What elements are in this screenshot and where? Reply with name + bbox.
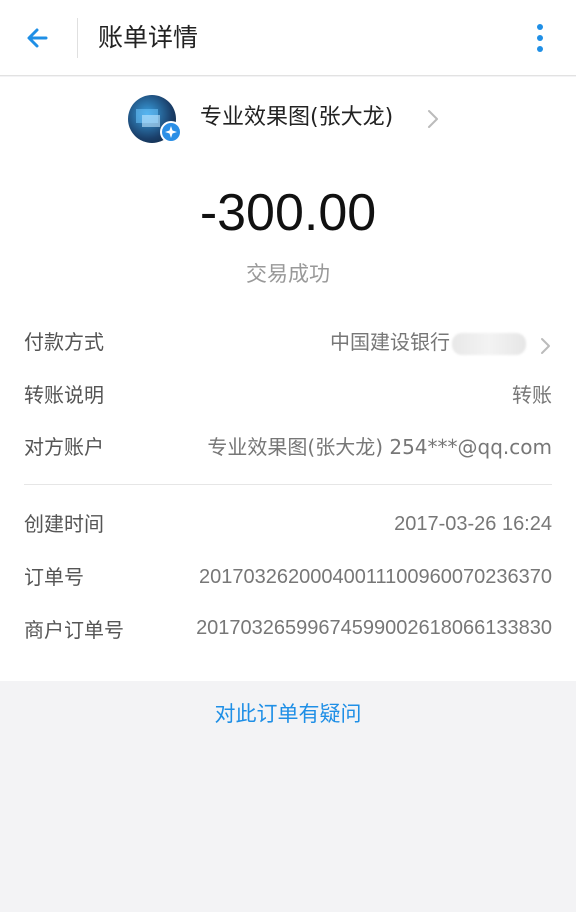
top-bar: 账单详情 [0,0,576,76]
counterparty-label: 对方账户 [24,435,104,459]
merchant-order-number-row: 商户订单号 20170326599674599002618066133830 [24,615,552,675]
transaction-status: 交易成功 [246,262,330,286]
redacted-card-number [452,332,526,355]
payment-method-label: 付款方式 [24,330,104,354]
chevron-right-icon [426,107,440,131]
payment-method-text: 中国建设银行 [330,330,450,354]
payee-name: 专业效果图(张大龙) [200,105,394,130]
bill-detail-card: 专业效果图(张大龙) -300.00 交易成功 付款方式 中国建设银行 转账说明… [0,77,576,681]
order-number-label: 订单号 [24,565,84,589]
more-vertical-icon[interactable] [526,20,554,56]
verified-badge-icon [160,121,182,143]
counterparty-row: 对方账户 专业效果图(张大龙) 254***@qq.com [24,432,552,462]
created-time-label: 创建时间 [24,512,104,536]
payee-row[interactable]: 专业效果图(张大龙) [128,95,458,143]
merchant-order-number-label: 商户订单号 [24,618,124,642]
amount: -300.00 [199,184,377,242]
counterparty-value: 专业效果图(张大龙) 254***@qq.com [207,435,552,459]
created-time-row: 创建时间 2017-03-26 16:24 [24,509,552,539]
avatar [128,95,182,143]
transfer-note-label: 转账说明 [24,383,104,407]
chevron-right-icon [540,334,552,354]
page-title: 账单详情 [98,23,199,52]
payment-method-row[interactable]: 付款方式 中国建设银行 [24,327,552,357]
section-divider [24,484,552,485]
transfer-note-value: 转账 [512,383,552,407]
merchant-order-number-value: 20170326599674599002618066133830 [196,617,552,639]
arrow-left-icon[interactable] [20,20,56,56]
payment-method-value: 中国建设银行 [330,327,552,357]
order-number-value: 20170326200040011100960070236370 [199,566,552,588]
transfer-note-row: 转账说明 转账 [24,380,552,410]
created-time-value: 2017-03-26 16:24 [394,513,552,535]
order-question-link[interactable]: 对此订单有疑问 [0,698,576,730]
order-number-row: 订单号 20170326200040011100960070236370 [24,562,552,592]
header-divider [77,18,78,58]
